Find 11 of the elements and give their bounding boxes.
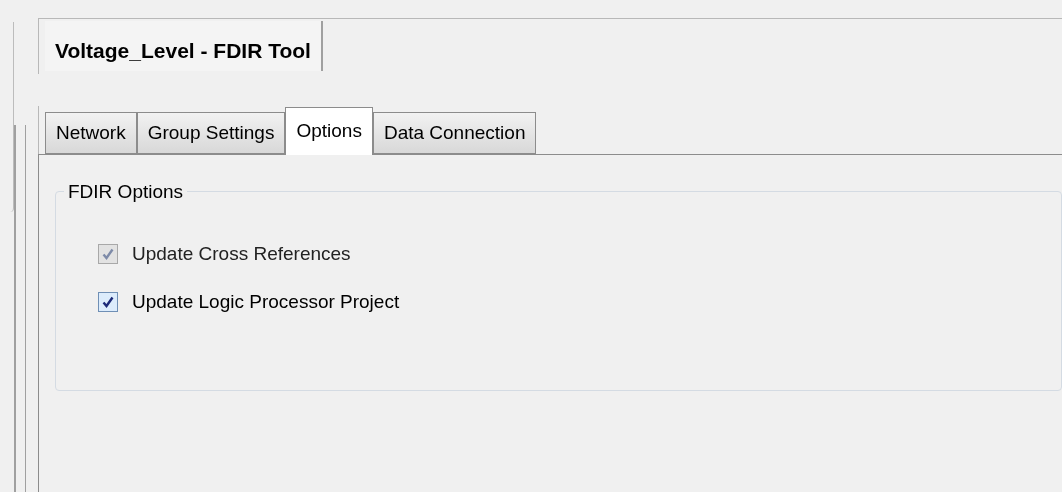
checkmark-icon: [102, 248, 114, 261]
checkbox[interactable]: [98, 291, 118, 312]
pane-splitter[interactable]: [14, 125, 26, 492]
tab[interactable]: Network: [45, 112, 137, 154]
checkbox-label: Update Cross References: [132, 242, 351, 266]
tab[interactable]: Data Connection: [372, 112, 537, 154]
tab[interactable]: Group Settings: [136, 112, 286, 154]
tab[interactable]: Options: [285, 107, 373, 155]
document-tab[interactable]: Voltage_Level - FDIR Tool: [45, 21, 323, 71]
checkmark-icon: [102, 295, 114, 308]
checkbox-label: Update Logic Processor Project: [132, 289, 400, 314]
